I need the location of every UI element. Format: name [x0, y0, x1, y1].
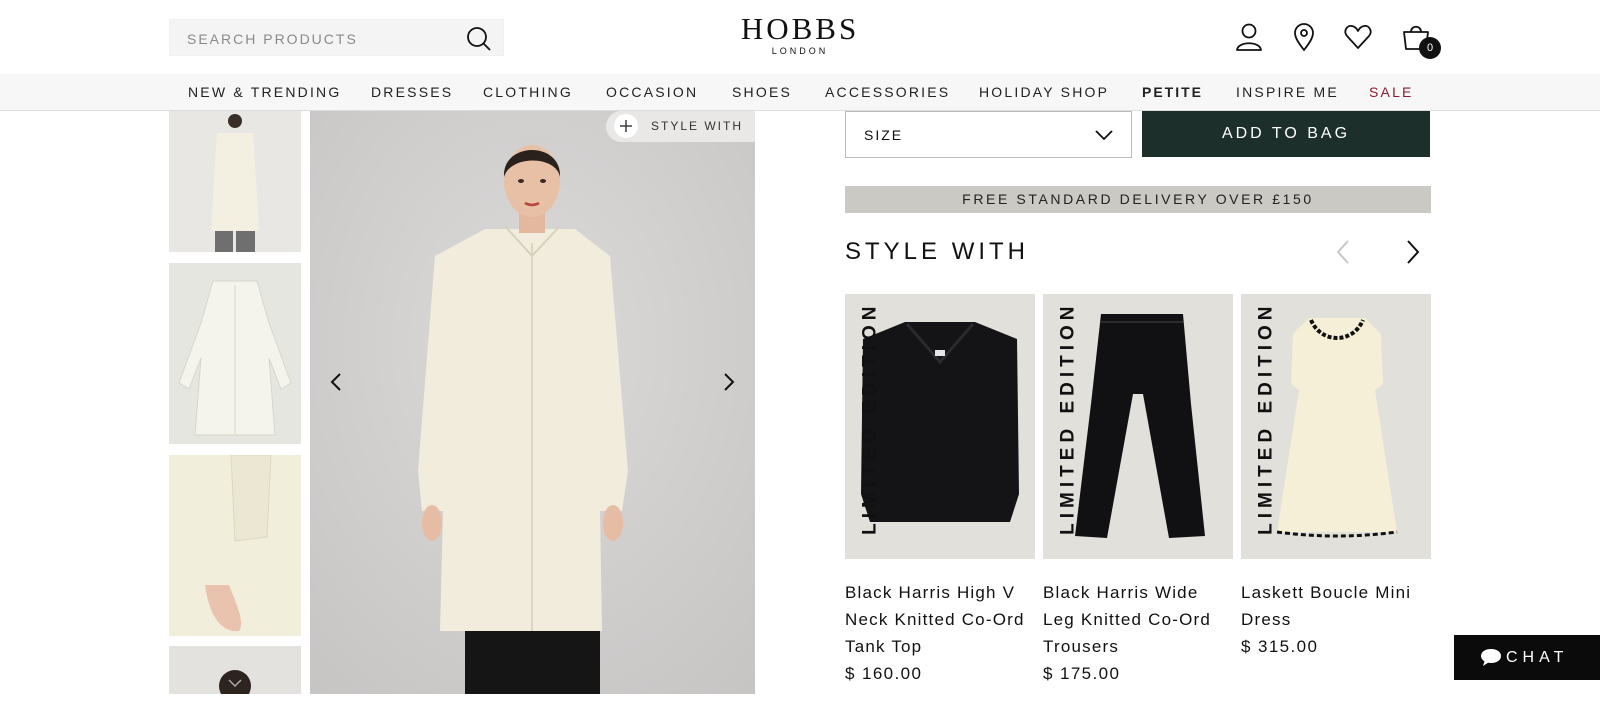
model-in-cream-coat-image [310, 111, 755, 694]
search-bar[interactable] [169, 19, 504, 57]
thumbnail-coat-front-image [169, 111, 301, 252]
nav-occasion[interactable]: OCCASION [606, 74, 698, 111]
product-price: $ 315.00 [1241, 637, 1319, 656]
nav-dresses[interactable]: DRESSES [371, 74, 453, 111]
style-with-toggle-label: STYLE WITH [651, 119, 744, 133]
product-image[interactable]: LIMITED EDITION [1241, 294, 1431, 559]
gallery-next-arrow-icon[interactable] [717, 370, 739, 394]
search-icon[interactable] [465, 25, 493, 53]
product-name[interactable]: Black Harris High V Neck Knitted Co-Ord … [845, 579, 1035, 660]
product-card[interactable]: LIMITED EDITION Black Harris Wide Leg Kn… [1043, 294, 1233, 687]
site-header: HOBBS LONDON 0 [0, 0, 1600, 74]
add-to-bag-button[interactable]: ADD TO BAG [1142, 111, 1430, 157]
thumbnail-coat-flat-image [169, 263, 301, 444]
size-dropdown[interactable]: SIZE [845, 111, 1132, 158]
product-card[interactable]: LIMITED EDITION Laskett Boucle Mini Dres… [1241, 294, 1431, 660]
product-image[interactable]: LIMITED EDITION [1043, 294, 1233, 559]
nav-clothing[interactable]: CLOTHING [483, 74, 573, 111]
product-name[interactable]: Laskett Boucle Mini Dress [1241, 579, 1431, 633]
logo-subtitle: LONDON [771, 46, 829, 56]
product-price: $ 160.00 [845, 664, 923, 683]
product-image[interactable]: LIMITED EDITION [845, 294, 1035, 559]
cart-count-badge[interactable]: 0 [1419, 37, 1441, 59]
wishlist-heart-icon[interactable] [1343, 22, 1373, 52]
product-card[interactable]: LIMITED EDITION Black Harris High V Neck… [845, 294, 1035, 687]
logo-wordmark: HOBBS [740, 11, 860, 46]
nav-shoes[interactable]: SHOES [732, 74, 792, 111]
carousel-next-arrow-icon[interactable] [1399, 238, 1425, 266]
thumbnail-1[interactable] [169, 111, 301, 252]
chevron-down-icon [1095, 130, 1113, 141]
thumbnail-2[interactable] [169, 263, 301, 444]
limited-edition-badge: LIMITED EDITION [859, 301, 881, 535]
thumbnail-coat-detail-image [169, 455, 301, 636]
product-name[interactable]: Black Harris Wide Leg Knitted Co-Ord Tro… [1043, 579, 1233, 660]
limited-edition-badge: LIMITED EDITION [1255, 301, 1277, 535]
thumbnail-4[interactable] [169, 646, 301, 694]
speech-bubble-icon [1481, 649, 1501, 666]
carousel-prev-arrow-icon[interactable] [1331, 238, 1357, 266]
thumbnail-3[interactable] [169, 455, 301, 636]
nav-sale[interactable]: SALE [1369, 74, 1414, 111]
account-icon[interactable] [1234, 22, 1264, 52]
style-with-heading: STYLE WITH [845, 238, 1030, 265]
style-with-toggle[interactable]: STYLE WITH [606, 111, 755, 142]
nav-holiday-shop[interactable]: HOLIDAY SHOP [979, 74, 1109, 111]
store-locator-icon[interactable] [1289, 22, 1319, 52]
main-navigation: NEW & TRENDING DRESSES CLOTHING OCCASION… [0, 74, 1600, 111]
nav-petite[interactable]: PETITE [1142, 74, 1203, 111]
chat-label: CHAT [1506, 649, 1569, 666]
search-input[interactable] [187, 20, 457, 57]
chat-button[interactable]: CHAT [1454, 635, 1600, 680]
product-price: $ 175.00 [1043, 664, 1121, 683]
hobbs-logo[interactable]: HOBBS LONDON [700, 11, 900, 56]
nav-accessories[interactable]: ACCESSORIES [825, 74, 950, 111]
size-dropdown-label: SIZE [864, 127, 904, 143]
main-product-image[interactable] [310, 111, 755, 694]
thumbnail-model-back-image [169, 646, 301, 694]
plus-icon [614, 114, 638, 138]
gallery-prev-arrow-icon[interactable] [326, 370, 348, 394]
nav-new-trending[interactable]: NEW & TRENDING [188, 74, 341, 111]
limited-edition-badge: LIMITED EDITION [1057, 301, 1079, 535]
nav-inspire-me[interactable]: INSPIRE ME [1236, 74, 1339, 111]
free-delivery-banner: FREE STANDARD DELIVERY OVER £150 [845, 186, 1431, 213]
